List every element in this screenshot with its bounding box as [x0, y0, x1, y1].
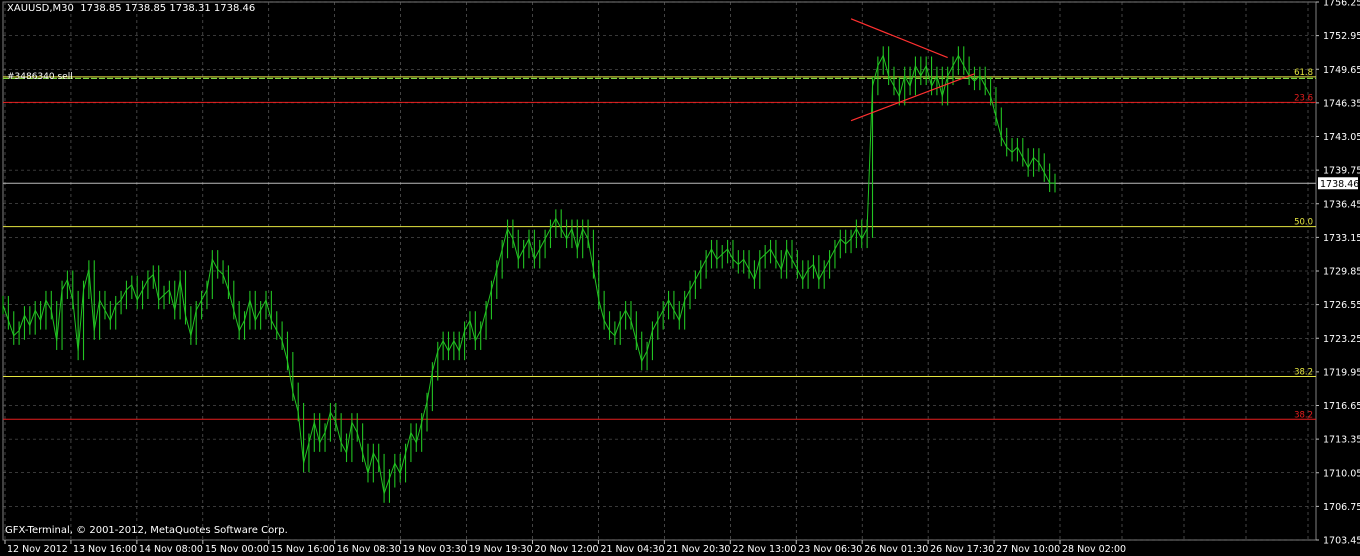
- x-tick-label: 28 Nov 02:00: [1062, 544, 1126, 555]
- y-axis: 1756.25 1752.95 1749.65 1746.35 1743.05 1739.…: [1316, 0, 1360, 547]
- y-tick-label: 1726.55: [1323, 300, 1360, 311]
- x-tick-label: 26 Nov 01:30: [864, 544, 928, 555]
- x-tick-label: 13 Nov 16:00: [73, 544, 137, 555]
- x-tick-label: 20 Nov 12:00: [535, 544, 599, 555]
- x-tick-label: 27 Nov 10:00: [996, 544, 1060, 555]
- x-tick-label: 21 Nov 04:30: [600, 544, 664, 555]
- level-label: 23.6: [1294, 93, 1313, 103]
- level-label: 38.2: [1294, 367, 1313, 377]
- order-label[interactable]: #3486340 sell: [7, 72, 73, 82]
- y-tick-label: 1713.35: [1323, 435, 1360, 446]
- y-tick-label: 1752.95: [1323, 31, 1360, 42]
- current-price-label: 1738.46: [1320, 179, 1359, 190]
- y-tick-label: 1749.65: [1323, 65, 1360, 76]
- x-axis: 12 Nov 2012 13 Nov 16:00 14 Nov 08:00 15 No…: [4, 540, 1126, 555]
- x-tick-label: 14 Nov 08:00: [139, 544, 203, 555]
- y-tick-label: 1729.85: [1323, 267, 1360, 278]
- x-tick-label: 15 Nov 16:00: [271, 544, 335, 555]
- y-tick-label: 1723.25: [1323, 334, 1360, 345]
- x-tick-label: 26 Nov 17:30: [930, 544, 994, 555]
- y-tick-label: 1756.25: [1323, 0, 1360, 9]
- y-tick-label: 1733.15: [1323, 233, 1360, 244]
- x-tick-label: 15 Nov 00:00: [205, 544, 269, 555]
- level-label: 50.0: [1294, 218, 1313, 228]
- x-tick-label: 23 Nov 06:30: [798, 544, 862, 555]
- y-tick-label: 1739.75: [1323, 166, 1360, 177]
- y-tick-label: 1743.05: [1323, 132, 1360, 143]
- y-tick-label: 1719.95: [1323, 367, 1360, 378]
- y-tick-label: 1706.75: [1323, 502, 1360, 513]
- y-tick-label: 1710.05: [1323, 468, 1360, 479]
- copyright-text: GFX-Terminal, © 2001-2012, MetaQuotes So…: [5, 525, 288, 536]
- x-tick-label: 12 Nov 2012: [7, 544, 68, 555]
- price-chart[interactable]: 61.8 23.6 50.0 38.2 38.2 1756.25 1752.95 1749.…: [0, 0, 1360, 556]
- y-tick-label: 1703.45: [1323, 536, 1360, 547]
- x-tick-label: 19 Nov 03:30: [403, 544, 467, 555]
- level-label: 61.8: [1294, 68, 1313, 78]
- symbol-label: XAUUSD,M30: [7, 3, 74, 14]
- x-tick-label: 16 Nov 08:30: [337, 544, 401, 555]
- y-tick-label: 1716.65: [1323, 401, 1360, 412]
- x-tick-label: 22 Nov 13:00: [732, 544, 796, 555]
- chart-header: XAUUSD,M30 1738.85 1738.85 1738.31 1738.…: [7, 3, 255, 14]
- x-tick-label: 21 Nov 20:30: [666, 544, 730, 555]
- y-tick-label: 1746.35: [1323, 98, 1360, 109]
- level-label: 38.2: [1294, 410, 1313, 420]
- x-tick-label: 19 Nov 19:30: [469, 544, 533, 555]
- ohlc-values: 1738.85 1738.85 1738.31 1738.46: [80, 3, 256, 14]
- y-tick-label: 1736.45: [1323, 199, 1360, 210]
